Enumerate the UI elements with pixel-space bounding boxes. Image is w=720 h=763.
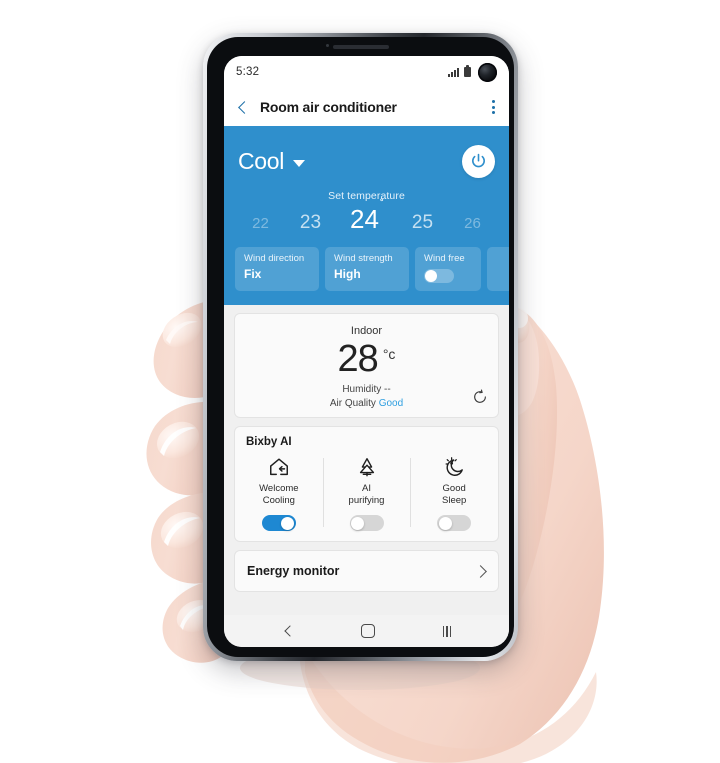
tile-wind-direction[interactable]: Wind direction Fix [235,247,319,291]
phone-screen: 5:32 Room air conditioner Cool Set tempe… [224,56,509,647]
temp-option-selected[interactable]: 24˚ [337,198,397,234]
indoor-card-title: Indoor [350,325,383,337]
phone-device: 5:32 Room air conditioner Cool Set tempe… [203,33,518,661]
toggle-knob [351,516,364,530]
bixby-label-line2: Cooling [262,495,295,507]
wind-free-toggle-knob [425,270,437,282]
proximity-sensor-icon [325,44,329,47]
toggle-knob [281,516,295,530]
bixby-ai-card: Bixby AI Welcome Cooling AI purifying Go… [234,426,499,543]
power-icon [472,153,485,167]
tile-wind-strength-label: Wind strength [334,253,393,264]
front-camera-hole-icon [478,62,497,82]
indoor-status-card: Indoor 28 °c Humidity -- Air Quality Goo… [234,313,499,419]
bixby-card-title: Bixby AI [246,436,292,449]
bixby-feature-welcome-cooling[interactable]: Welcome Cooling [235,454,323,532]
screenshot-stage: 5:32 Room air conditioner Cool Set tempe… [0,0,720,763]
temp-option-25[interactable]: 25 [397,213,449,232]
ac-control-panel: Cool Set temperature 22 23 24˚ 25 26 Win… [224,126,509,305]
tile-wind-direction-value: Fix [244,267,262,281]
earpiece-speaker-icon [332,45,389,49]
signal-bars-icon [448,67,459,77]
power-button[interactable] [462,144,495,178]
chevron-right-icon [475,566,486,577]
air-quality-label: Air Quality [329,398,376,410]
bixby-features-grid: Welcome Cooling AI purifying Good Sleep [235,448,498,541]
bixby-label-line1: AI [362,483,371,495]
degree-symbol: ˚ [379,197,384,212]
temp-option-26[interactable]: 26 [449,216,497,231]
tile-wind-direction-label: Wind direction [244,253,305,264]
page-title: Room air conditioner [260,99,397,115]
tile-wind-strength[interactable]: Wind strength High [325,247,409,291]
welcome-home-icon [237,454,321,480]
status-bar-icons [448,62,497,82]
air-purify-icon [325,454,409,480]
bixby-label-line2: Sleep [442,495,467,507]
wind-free-toggle[interactable] [424,269,454,283]
indoor-temperature-row: 28 °c [235,338,498,380]
temperature-scale[interactable]: 22 23 24˚ 25 26 [224,198,509,234]
good-sleep-toggle[interactable] [437,515,472,532]
bixby-label-line1: Good [442,483,466,495]
phone-bezel: 5:32 Room air conditioner Cool Set tempe… [207,37,514,657]
android-nav-bar [224,615,509,647]
bixby-feature-ai-purifying[interactable]: AI purifying [322,454,411,532]
bixby-feature-good-sleep[interactable]: Good Sleep [410,454,498,532]
indoor-temperature-unit: °c [382,346,396,362]
status-bar-time: 5:32 [236,66,260,78]
refresh-icon [474,389,486,403]
nav-back-icon[interactable] [282,625,294,637]
welcome-cooling-toggle[interactable] [261,515,296,532]
bixby-feature-label: Welcome Cooling [237,483,321,507]
set-temperature-label: Set temperature [328,190,405,202]
mode-label[interactable]: Cool [238,148,284,175]
selected-temp-value: 24 [350,204,379,234]
temp-option-23[interactable]: 23 [285,213,337,232]
bixby-feature-label: Good Sleep [412,483,496,507]
indoor-temperature-value: 28 [337,338,379,380]
bixby-label-line1: Welcome [259,483,299,495]
nav-recents-icon[interactable] [442,625,452,637]
tile-partial-next[interactable] [487,247,509,291]
mode-row: Cool [224,138,509,184]
status-bar: 5:32 [224,56,509,88]
indoor-air-quality: Air Quality Good [235,398,498,409]
back-chevron-icon[interactable] [236,100,250,114]
bixby-label-line2: purifying [348,495,385,507]
temp-option-22[interactable]: 22 [237,216,285,231]
tile-wind-free[interactable]: Wind free [415,247,481,291]
bixby-feature-label: AI purifying [325,483,409,507]
quick-settings-tiles: Wind direction Fix Wind strength High Wi… [224,247,509,291]
app-bar: Room air conditioner [224,88,509,126]
tile-wind-free-label: Wind free [424,253,465,264]
tile-wind-strength-value: High [334,267,361,281]
energy-monitor-row[interactable]: Energy monitor [234,550,499,593]
battery-icon [464,65,471,77]
nav-home-icon[interactable] [361,624,376,638]
ai-purifying-toggle[interactable] [349,515,384,532]
refresh-button[interactable] [472,389,488,410]
energy-monitor-label: Energy monitor [247,564,340,579]
chevron-down-icon[interactable] [293,160,306,167]
good-sleep-moon-icon [412,454,496,480]
indoor-humidity: Humidity -- [342,384,391,396]
kebab-menu-icon[interactable] [490,96,497,118]
air-quality-value: Good [378,398,404,410]
content-area: Indoor 28 °c Humidity -- Air Quality Goo… [224,305,509,615]
toggle-knob [438,516,452,530]
